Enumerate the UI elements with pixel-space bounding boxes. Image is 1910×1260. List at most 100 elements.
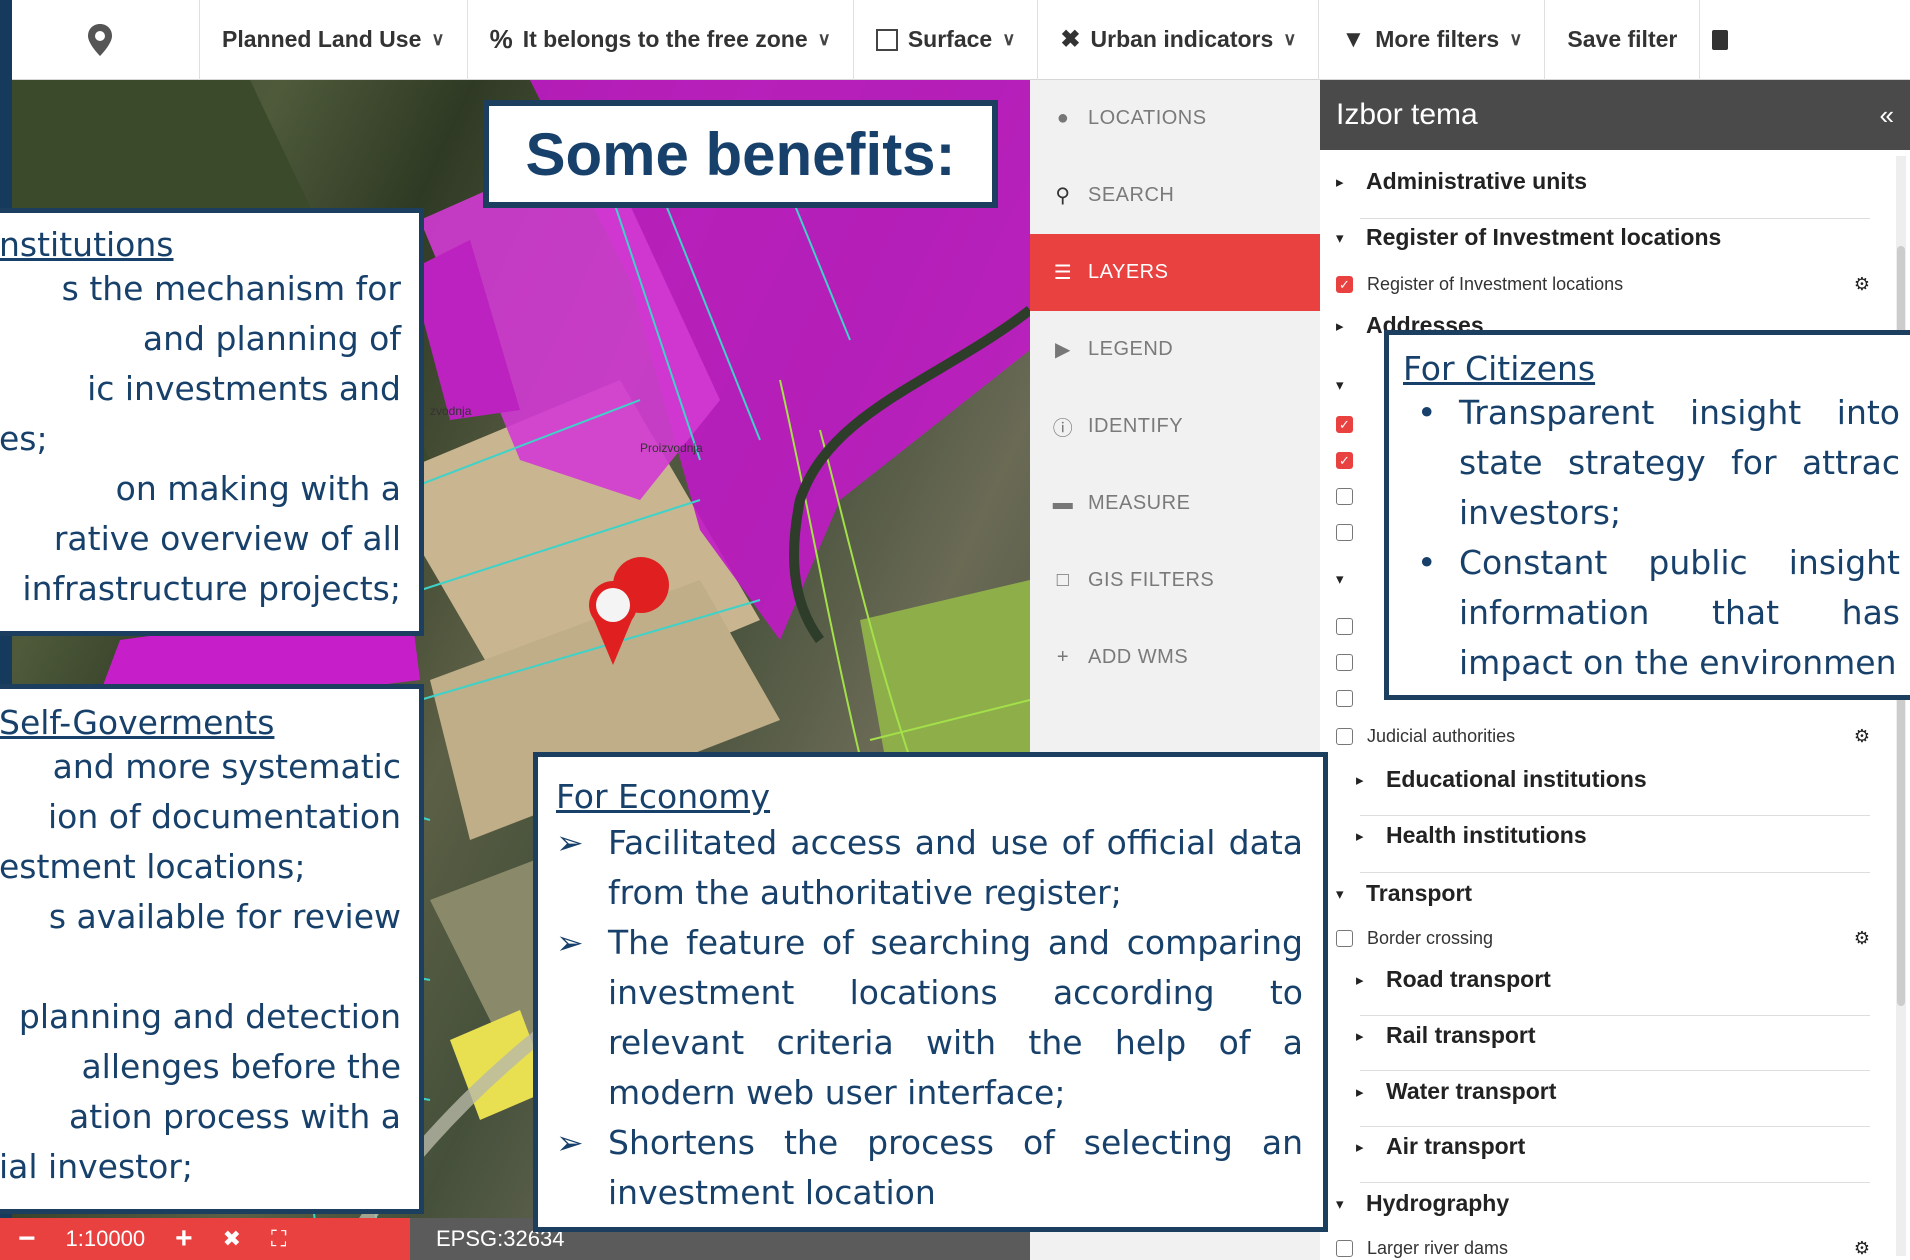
layer-label: Border crossing — [1367, 928, 1494, 948]
surface-label: Surface — [907, 26, 993, 52]
filter-icon: ▼ — [1341, 25, 1366, 53]
caret-right-icon: ▸ — [1336, 317, 1344, 335]
save-filter-button[interactable]: Save filter — [1545, 0, 1701, 80]
caret-right-icon: ▸ — [1356, 827, 1364, 845]
save-filter-label: Save filter — [1567, 26, 1678, 52]
callout-line: s the mechanism for — [61, 269, 401, 308]
group-label: Educational institutions — [1386, 766, 1647, 792]
checkbox[interactable] — [1336, 690, 1353, 707]
nav-layers[interactable]: ☰ LAYERS — [1030, 234, 1320, 311]
area-icon — [875, 28, 898, 51]
gear-icon[interactable]: ⚙ — [1854, 928, 1870, 949]
nav-legend[interactable]: ▶ LEGEND — [1030, 311, 1320, 388]
caret-right-icon: ▸ — [1356, 1138, 1364, 1156]
layer-group-hydrography[interactable]: ▾ Hydrography — [1336, 1190, 1870, 1217]
checkbox[interactable] — [1336, 654, 1353, 671]
filter-toolbar: Planned Land Use ∨ % It belongs to the f… — [0, 0, 1910, 80]
layer-river-dams[interactable]: Larger river dams ⚙ — [1336, 1238, 1870, 1259]
layer-group-admin[interactable]: ▸ Administrative units — [1336, 168, 1870, 195]
ruler-icon: ▬ — [1052, 492, 1074, 514]
layer-group-register[interactable]: ▾ Register of Investment locations — [1336, 224, 1870, 251]
divider — [1360, 1015, 1870, 1016]
layer-group-rail[interactable]: ▸ Rail transport — [1356, 1022, 1870, 1049]
checkbox-checked[interactable]: ✓ — [1336, 276, 1353, 293]
group-label: Health institutions — [1386, 822, 1587, 848]
nav-label: SEARCH — [1088, 184, 1175, 206]
search-icon: ⚲ — [1055, 185, 1071, 207]
callout-line: infrastructure projects; — [22, 569, 401, 608]
nav-label: ADD WMS — [1088, 646, 1189, 668]
nav-gis-filters[interactable]: □ GIS FILTERS — [1030, 542, 1320, 619]
group-label: Rail transport — [1386, 1022, 1536, 1048]
zoom-out-button[interactable]: − — [18, 1222, 36, 1256]
layer-group-health[interactable]: ▸ Health institutions — [1356, 822, 1870, 849]
checkbox[interactable] — [1336, 1240, 1353, 1257]
zoom-in-button[interactable]: + — [175, 1222, 193, 1256]
divider — [1360, 1070, 1870, 1071]
layer-label: Larger river dams — [1367, 1238, 1509, 1258]
nav-measure[interactable]: ▬ MEASURE — [1030, 465, 1320, 542]
fullscreen-icon[interactable]: ⛶ — [271, 1226, 286, 1252]
chevron-down-icon: ∨ — [1509, 29, 1523, 49]
layer-label: Judicial authorities — [1367, 726, 1516, 746]
layer-group-educational[interactable]: ▸ Educational institutions — [1356, 766, 1870, 793]
nav-locations[interactable]: ● LOCATIONS — [1030, 80, 1320, 157]
citizens-list: • Transparent insight into state strategy… — [1403, 388, 1900, 688]
free-zone-dropdown[interactable]: % It belongs to the free zone ∨ — [468, 0, 854, 80]
layer-judicial[interactable]: Judicial authorities ⚙ — [1336, 726, 1870, 747]
location-pin-icon — [87, 23, 112, 56]
callout-line: ation process with a — [69, 1097, 401, 1136]
arrow-bullet-icon: ➢ — [556, 823, 584, 862]
trash-icon — [1712, 29, 1729, 50]
extent-icon[interactable]: ✖ — [223, 1226, 241, 1252]
checkbox[interactable] — [1336, 930, 1353, 947]
scrollbar[interactable] — [1896, 156, 1906, 1256]
checkbox-checked[interactable]: ✓ — [1336, 416, 1353, 433]
checkbox[interactable] — [1336, 488, 1353, 505]
arrow-bullet-icon: ➢ — [556, 923, 584, 962]
collapse-icon[interactable]: « — [1880, 100, 1894, 131]
group-label: Hydrography — [1366, 1190, 1510, 1216]
nav-label: LEGEND — [1088, 338, 1174, 360]
nav-label: IDENTIFY — [1088, 415, 1184, 437]
caret-right-icon: ▸ — [1336, 173, 1344, 191]
nav-identify[interactable]: ⓘ IDENTIFY — [1030, 388, 1320, 465]
layer-border-crossing[interactable]: Border crossing ⚙ — [1336, 928, 1870, 949]
more-filters-dropdown[interactable]: ▼ More filters ∨ — [1319, 0, 1546, 80]
callout-line: ic investments and — [87, 369, 401, 408]
layer-group-road[interactable]: ▸ Road transport — [1356, 966, 1870, 993]
divider — [1360, 1126, 1870, 1127]
callout-line: ion of documentation — [48, 797, 401, 836]
checkbox[interactable] — [1336, 618, 1353, 635]
callout-line: rative overview of all — [53, 519, 401, 558]
map-label: zvodnja — [430, 404, 472, 418]
divider — [1360, 218, 1870, 219]
layer-group-air[interactable]: ▸ Air transport — [1356, 1133, 1870, 1160]
divider — [1360, 1182, 1870, 1183]
info-icon: ⓘ — [1052, 418, 1074, 440]
gear-icon[interactable]: ⚙ — [1854, 1238, 1870, 1259]
checkbox[interactable] — [1336, 728, 1353, 745]
layer-group-water[interactable]: ▸ Water transport — [1356, 1078, 1870, 1105]
layer-register[interactable]: ✓ Register of Investment locations ⚙ — [1336, 274, 1870, 295]
location-pin-button[interactable] — [0, 0, 200, 80]
nav-add-wms[interactable]: + ADD WMS — [1030, 619, 1320, 696]
checkbox[interactable] — [1336, 524, 1353, 541]
institutions-heading: nstitutions — [0, 225, 174, 264]
planned-land-use-dropdown[interactable]: Planned Land Use ∨ — [200, 0, 468, 80]
gear-icon[interactable]: ⚙ — [1854, 726, 1870, 747]
group-label: Register of Investment locations — [1366, 224, 1722, 250]
surface-dropdown[interactable]: Surface ∨ — [854, 0, 1039, 80]
list-item-text: Facilitated access and use of official d… — [608, 823, 1303, 912]
layer-group-transport[interactable]: ▾ Transport — [1336, 880, 1870, 907]
planned-land-use-label: Planned Land Use — [222, 26, 422, 52]
nav-search[interactable]: ⚲ SEARCH — [1030, 157, 1320, 234]
gear-icon[interactable]: ⚙ — [1854, 274, 1870, 295]
delete-button[interactable] — [1700, 0, 1740, 80]
tag-icon: ▶ — [1055, 339, 1071, 361]
caret-down-icon: ▾ — [1336, 571, 1344, 588]
nav-label: LOCATIONS — [1088, 107, 1207, 129]
checkbox-checked[interactable]: ✓ — [1336, 452, 1353, 469]
panel-title: Izbor tema — [1336, 98, 1478, 131]
urban-indicators-dropdown[interactable]: ✖ Urban indicators ∨ — [1038, 0, 1320, 80]
